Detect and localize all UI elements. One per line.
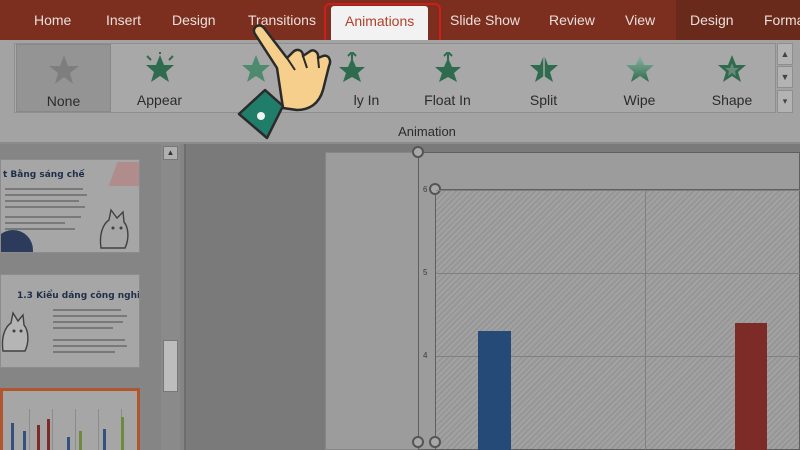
gallery-label-split: Split <box>529 92 558 108</box>
star-appear-icon <box>145 52 174 82</box>
resize-handle[interactable] <box>429 436 441 448</box>
slide-thumbnail[interactable]: t Bằng sáng chế <box>0 159 140 253</box>
gallery-label-shape: Shape <box>711 92 753 108</box>
gallery-more-icon[interactable]: ▾ <box>777 90 793 113</box>
star-wipe-icon <box>625 55 654 82</box>
gallery-scrollbar: ▲ ▼ ▾ <box>777 43 793 113</box>
tab-design[interactable]: Design <box>172 0 216 40</box>
mini-chart-bar <box>103 429 106 450</box>
gallery-label-none: None <box>46 93 81 109</box>
cat-illustration-icon <box>1 311 29 352</box>
decorative-shape <box>108 162 139 186</box>
mini-chart-bar <box>121 417 124 450</box>
thumbnail-text-line <box>53 315 127 317</box>
chart-gridline <box>436 190 800 191</box>
chart-gridline <box>436 273 800 274</box>
gallery-item-split[interactable]: Split <box>496 44 591 112</box>
chart-bar[interactable] <box>735 322 767 450</box>
tab-slide-show[interactable]: Slide Show <box>450 0 520 40</box>
chart-vertical-gridline <box>645 190 646 450</box>
thumbnail-text-line <box>53 309 121 311</box>
thumbnail-text-line <box>53 345 127 347</box>
slide-thumbnail[interactable]: 1.3 Kiểu dáng công nghiệp <box>0 274 140 368</box>
gallery-scroll-up-icon[interactable]: ▲ <box>777 43 793 65</box>
chart-bar[interactable] <box>478 331 511 450</box>
tab-insert[interactable]: Insert <box>106 0 141 40</box>
animation-group-label: Animation <box>398 124 456 139</box>
thumbnail-text-line <box>5 216 81 218</box>
y-axis-tick-label: 5 <box>423 268 428 277</box>
pane-divider[interactable] <box>184 144 186 450</box>
ribbon-panel: None Appear ly In Float In Split Wipe Sh… <box>0 40 800 144</box>
slide-thumbnails-pane: t Bằng sáng chế 1.3 Kiểu dáng công nghiệ… <box>0 144 186 450</box>
mini-chart-bar <box>67 437 70 450</box>
hand-pointer-icon <box>237 24 332 140</box>
star-none-icon <box>48 55 79 84</box>
star-split-icon <box>529 55 558 82</box>
workspace: t Bằng sáng chế 1.3 Kiểu dáng công nghiệ… <box>0 144 800 450</box>
resize-handle[interactable] <box>412 436 424 448</box>
gallery-item-shape[interactable]: Shape <box>688 44 776 112</box>
thumbnail-text-line <box>5 206 85 208</box>
resize-handle[interactable] <box>429 183 441 195</box>
tab-view[interactable]: View <box>625 0 655 40</box>
star-shape-icon <box>718 55 746 82</box>
y-axis-tick-label: 4 <box>423 351 428 360</box>
gallery-item-none[interactable]: None <box>16 44 111 112</box>
thumbnail-text-line <box>5 194 87 196</box>
gallery-item-float-in[interactable]: Float In <box>400 44 495 112</box>
thumbnail-text-line <box>53 327 113 329</box>
gallery-item-wipe[interactable]: Wipe <box>592 44 687 112</box>
y-axis-tick-label: 6 <box>423 185 428 194</box>
thumbnail-title: 1.3 Kiểu dáng công nghiệp <box>17 291 140 301</box>
star-floatin-icon <box>434 52 461 82</box>
thumbnail-text-line <box>5 200 79 202</box>
tab-home[interactable]: Home <box>34 0 71 40</box>
thumbnail-text-line <box>5 188 83 190</box>
thumbnail-text-line <box>5 222 65 224</box>
scroll-thumb[interactable] <box>163 340 178 392</box>
thumbnail-text-line <box>53 321 123 323</box>
tab-review[interactable]: Review <box>549 0 595 40</box>
mini-chart-bar <box>11 423 14 450</box>
mini-chart-bar <box>23 431 26 450</box>
mini-chart-bar <box>47 419 50 450</box>
mini-chart-bar <box>79 431 82 450</box>
gallery-item-appear[interactable]: Appear <box>112 44 207 112</box>
decorative-circle <box>1 230 33 252</box>
tab-chart-format[interactable]: Forma <box>744 0 800 40</box>
thumbnail-text-line <box>53 339 125 341</box>
resize-handle[interactable] <box>412 146 424 158</box>
gallery-scroll-down-icon[interactable]: ▼ <box>777 66 793 88</box>
tab-chart-design[interactable]: Design <box>676 0 744 40</box>
thumbnail-text-line <box>53 351 115 353</box>
slide-thumbnail-selected[interactable] <box>0 388 140 450</box>
thumbnails-scrollbar[interactable]: ▲ <box>161 144 180 450</box>
animation-gallery: None Appear ly In Float In Split Wipe Sh… <box>14 43 776 113</box>
gallery-label-wipe: Wipe <box>623 92 656 108</box>
scroll-up-icon[interactable]: ▲ <box>163 146 178 160</box>
cat-illustration-icon <box>99 208 129 249</box>
gallery-label-appear: Appear <box>136 92 183 108</box>
gallery-label-float-in: Float In <box>424 92 471 108</box>
mini-chart-bar <box>37 425 40 450</box>
thumbnail-title: t Bằng sáng chế <box>3 170 85 180</box>
